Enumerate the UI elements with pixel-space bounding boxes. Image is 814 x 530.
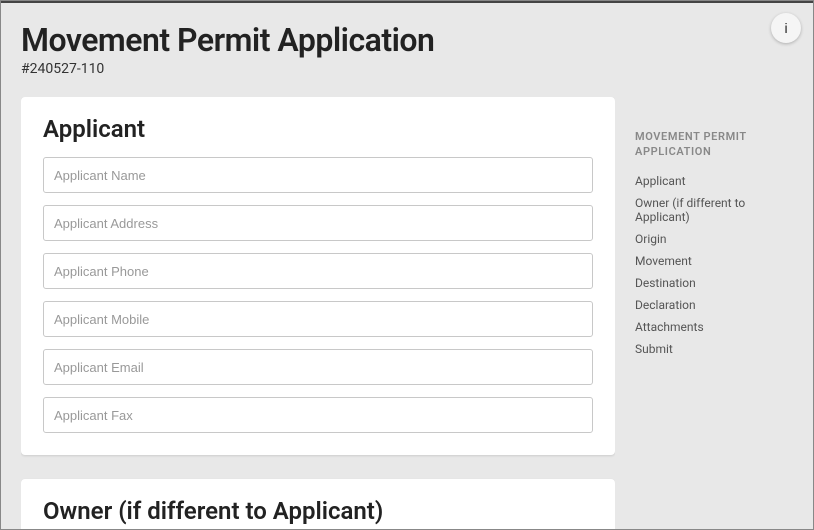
applicant-name-input[interactable] [43,157,593,193]
sidebar-title: MOVEMENT PERMIT APPLICATION [635,129,793,160]
owner-card: Owner (if different to Applicant) [21,479,615,529]
applicant-address-input[interactable] [43,205,593,241]
applicant-heading: Applicant [43,115,593,143]
applicant-mobile-input[interactable] [43,301,593,337]
sidebar-nav: MOVEMENT PERMIT APPLICATION Applicant Ow… [635,21,793,529]
sidebar-link-movement[interactable]: Movement [635,250,793,272]
applicant-card: Applicant [21,97,615,455]
sidebar-link-owner[interactable]: Owner (if different to Applicant) [635,192,793,228]
applicant-email-input[interactable] [43,349,593,385]
applicant-fax-input[interactable] [43,397,593,433]
applicant-phone-input[interactable] [43,253,593,289]
sidebar-link-destination[interactable]: Destination [635,272,793,294]
sidebar-link-attachments[interactable]: Attachments [635,316,793,338]
sidebar-link-declaration[interactable]: Declaration [635,294,793,316]
info-button[interactable]: i [771,13,801,43]
reference-number: #240527-110 [21,61,615,77]
sidebar-link-submit[interactable]: Submit [635,338,793,360]
form-scroll-area[interactable]: Applicant Owner (if different to Applica… [21,97,615,529]
owner-heading: Owner (if different to Applicant) [43,497,593,525]
sidebar-link-applicant[interactable]: Applicant [635,170,793,192]
page-title: Movement Permit Application [21,21,615,59]
main-column: Movement Permit Application #240527-110 … [21,21,615,529]
page-header: Movement Permit Application #240527-110 [21,21,615,77]
info-icon: i [784,20,787,36]
page-container: Movement Permit Application #240527-110 … [1,3,813,529]
sidebar-link-origin[interactable]: Origin [635,228,793,250]
